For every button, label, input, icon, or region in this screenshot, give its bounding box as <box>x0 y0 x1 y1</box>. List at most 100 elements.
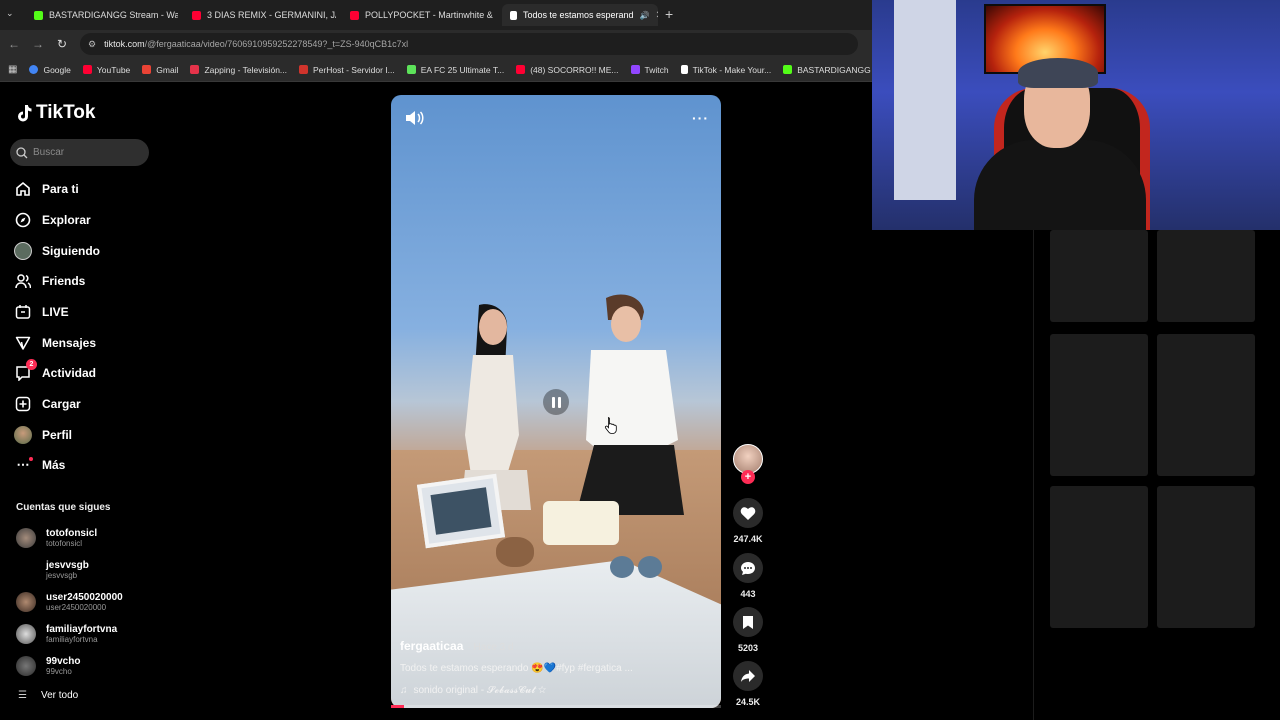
browser-tab[interactable]: BASTARDIGANGG Stream - Wa ✕ <box>26 4 178 26</box>
author-name[interactable]: fergaaticaa <box>400 639 463 653</box>
comment-button[interactable]: 443 <box>731 553 765 599</box>
nav-label: Cargar <box>42 397 81 411</box>
nav-item-siguiendo[interactable]: Siguiendo <box>14 239 100 263</box>
following-account[interactable]: user2450020000 user2450020000 <box>16 588 123 616</box>
nav-item-live[interactable]: LIVE <box>14 300 69 324</box>
forward-arrow-icon[interactable]: → <box>26 37 50 51</box>
kick-favicon-icon <box>34 10 43 20</box>
nav-item-cargar[interactable]: Cargar <box>14 392 81 416</box>
bookmark[interactable]: PerHost - Servidor I... <box>299 65 395 75</box>
account-handle: 99vcho <box>46 667 72 676</box>
nav-item-friends[interactable]: Friends <box>14 269 85 293</box>
bookmark[interactable]: Google <box>29 65 71 75</box>
home-icon <box>14 180 32 198</box>
tab-list-chevron-icon[interactable]: ⌄ <box>6 8 14 19</box>
friends-icon <box>14 272 32 290</box>
following-account[interactable]: jesvvsgb jesvvsgb <box>16 556 89 584</box>
bookmark[interactable]: BASTARDIGANGG |... <box>783 65 882 75</box>
new-tab-button[interactable]: + <box>665 6 673 22</box>
webcam-person-hair <box>1018 58 1098 88</box>
nav-label: Perfil <box>42 428 73 442</box>
volume-icon[interactable] <box>404 109 424 127</box>
comment-icon <box>733 553 763 583</box>
youtube-favicon-icon <box>192 10 201 20</box>
bookmark-label: BASTARDIGANGG |... <box>797 64 883 75</box>
video-author[interactable]: fergaaticaa · Hace 3 d <box>400 639 514 653</box>
bookmark-label: TikTok - Make Your... <box>692 64 772 75</box>
bookmark-label: Gmail <box>156 64 179 75</box>
bookmark[interactable]: Twitch <box>630 64 669 75</box>
nav-item-perfil[interactable]: Perfil <box>14 423 72 447</box>
music-note-icon: ♫ <box>400 685 408 696</box>
browser-tab-active[interactable]: Todos te estamos esperand 🔊 ✕ <box>502 4 658 26</box>
pause-icon[interactable] <box>543 389 569 415</box>
tab-close-icon[interactable]: ✕ <box>656 10 658 21</box>
profile-icon <box>14 426 32 444</box>
address-bar[interactable]: ⚙ tiktok.com/@fergaaticaa/video/76069109… <box>80 33 858 55</box>
messages-icon <box>14 334 32 352</box>
gmail-favicon-icon <box>142 65 152 74</box>
bookmark-label: YouTube <box>96 64 131 75</box>
tab-title: BASTARDIGANGG Stream - Wa <box>49 10 178 20</box>
following-account[interactable]: 99vcho 99vcho <box>16 652 80 680</box>
following-icon <box>14 242 32 260</box>
share-arrow-icon <box>733 661 763 691</box>
nav-item-mensajes[interactable]: Mensajes <box>14 331 96 355</box>
back-arrow-icon[interactable]: ← <box>2 37 26 51</box>
account-handle: user2450020000 <box>46 603 107 612</box>
video-progress-bar[interactable] <box>391 705 721 708</box>
bookmark-label: Zapping - Televisión... <box>204 64 288 75</box>
browser-tab[interactable]: 3 DIAS REMIX - GERMANINI, JA ✕ <box>184 4 336 26</box>
following-section-title: Cuentas que sigues <box>16 502 111 513</box>
following-account[interactable]: familiayfortvna familiayfortvna <box>16 620 117 648</box>
nav-label: Actividad <box>42 366 97 380</box>
share-button[interactable]: 24.5K <box>731 661 765 707</box>
reload-icon[interactable]: ↻ <box>50 37 74 51</box>
bookmark-label: EA FC 25 Ultimate T... <box>420 64 505 75</box>
bookmark[interactable]: (48) SOCORRO!! ME... <box>516 64 619 75</box>
search-input[interactable]: Buscar <box>10 139 149 166</box>
following-account[interactable]: totofonsicl totofonsicl <box>16 524 97 552</box>
see-all-button[interactable]: ☰ Ver todo <box>18 690 78 701</box>
kick-favicon-icon <box>783 65 793 74</box>
video-caption[interactable]: Todos te estamos esperando 😍💙#fyp #ferga… <box>400 663 633 674</box>
browser-tab[interactable]: POLLYPOCKET - Martinwhite & ✕ <box>342 4 498 26</box>
account-name: jesvvsgb <box>46 560 89 571</box>
tiktok-logo[interactable]: TikTok <box>16 102 95 124</box>
bookmark-icon <box>733 607 763 637</box>
placeholder-tile <box>1157 486 1255 628</box>
video-scene-man <box>576 294 684 515</box>
nav-item-actividad[interactable]: 2 Actividad <box>14 359 97 385</box>
nav-item-mas[interactable]: ⋯ Más <box>14 453 65 477</box>
list-icon: ☰ <box>18 690 27 701</box>
bookmark[interactable]: EA FC 25 Ultimate T... <box>406 64 505 75</box>
tab-audio-icon[interactable]: 🔊 <box>640 11 650 20</box>
site-info-icon[interactable]: ⚙ <box>88 39 96 50</box>
bookmark[interactable]: YouTube <box>82 64 131 75</box>
compass-icon <box>14 211 32 229</box>
perhost-favicon-icon <box>299 65 309 74</box>
video-more-options-icon[interactable]: ··· <box>692 110 709 126</box>
twitch-favicon-icon <box>630 65 640 74</box>
bookmark[interactable]: TikTok - Make Your... <box>680 64 772 75</box>
bookmark-label: (48) SOCORRO!! ME... <box>530 64 619 75</box>
follow-plus-icon[interactable]: + <box>741 470 755 484</box>
live-icon <box>14 303 32 321</box>
video-scene-teddy-bear <box>496 537 534 567</box>
placeholder-tile <box>1157 334 1255 476</box>
bookmark-label: Twitch <box>644 64 669 75</box>
progress-fill <box>391 705 405 708</box>
bookmark[interactable]: Gmail <box>142 65 178 75</box>
video-sound[interactable]: ♫ sonido original - 𝓢𝓮𝓫𝓪𝓼𝓼𝓒𝓾𝓽 ☆ <box>400 685 546 696</box>
nav-label: Para ti <box>42 182 79 196</box>
upload-icon <box>14 395 32 413</box>
nav-item-explorar[interactable]: Explorar <box>14 208 91 232</box>
like-button[interactable]: 247.4K <box>731 498 765 544</box>
nav-item-para-ti[interactable]: Para ti <box>14 177 79 201</box>
account-name: user2450020000 <box>46 592 123 603</box>
mouse-hand-cursor-icon <box>604 417 617 434</box>
post-time: · Hace 3 d <box>467 642 514 653</box>
apps-grid-icon[interactable]: ▦ <box>8 64 17 75</box>
save-button[interactable]: 5203 <box>731 607 765 653</box>
bookmark[interactable]: Zapping - Televisión... <box>190 65 287 75</box>
